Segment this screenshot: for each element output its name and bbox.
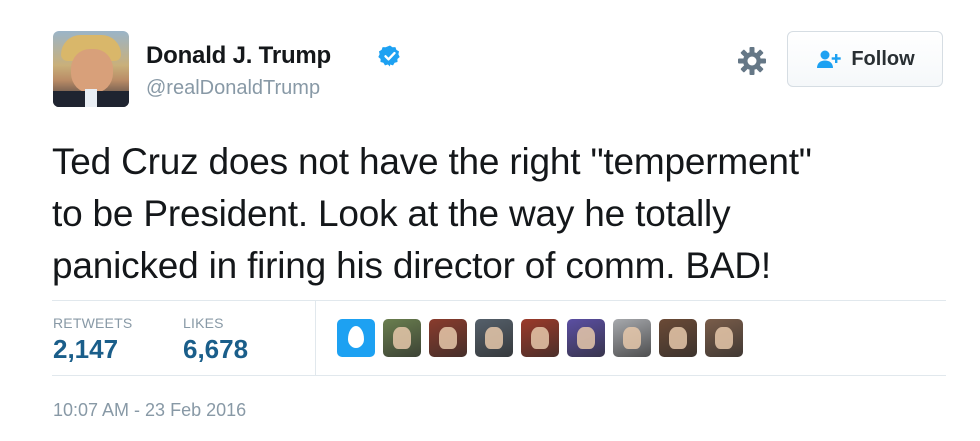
likes-count[interactable]: 6,678 — [183, 334, 248, 365]
follow-button[interactable]: Follow — [787, 31, 943, 87]
gear-icon[interactable] — [736, 45, 768, 77]
liker-avatar[interactable] — [521, 319, 559, 357]
retweets-count[interactable]: 2,147 — [53, 334, 118, 365]
retweets-label[interactable]: RETWEETS — [53, 315, 132, 331]
divider — [52, 375, 946, 376]
verified-badge-icon — [378, 45, 400, 67]
profile-avatar[interactable] — [53, 31, 129, 107]
liker-avatar[interactable] — [383, 319, 421, 357]
divider — [52, 300, 946, 301]
default-egg-avatar[interactable] — [337, 319, 375, 357]
liker-avatar[interactable] — [567, 319, 605, 357]
likes-label[interactable]: LIKES — [183, 315, 224, 331]
liker-avatar[interactable] — [659, 319, 697, 357]
liker-avatar[interactable] — [475, 319, 513, 357]
user-display-name[interactable]: Donald J. Trump — [146, 42, 331, 70]
tweet-line: to be President. Look at the way he tota… — [52, 193, 731, 234]
liker-avatar[interactable] — [705, 319, 743, 357]
tweet-line: Ted Cruz does not have the right "temper… — [52, 141, 812, 182]
liker-avatar[interactable] — [613, 319, 651, 357]
divider — [315, 300, 316, 375]
tweet-text: Ted Cruz does not have the right "temper… — [52, 136, 932, 292]
add-user-icon — [817, 50, 842, 68]
liker-avatar[interactable] — [429, 319, 467, 357]
follow-button-label: Follow — [851, 47, 915, 70]
tweet-line: panicked in firing his director of comm.… — [52, 245, 771, 286]
tweet-timestamp[interactable]: 10:07 AM - 23 Feb 2016 — [53, 400, 246, 421]
user-handle[interactable]: @realDonaldTrump — [146, 77, 320, 100]
